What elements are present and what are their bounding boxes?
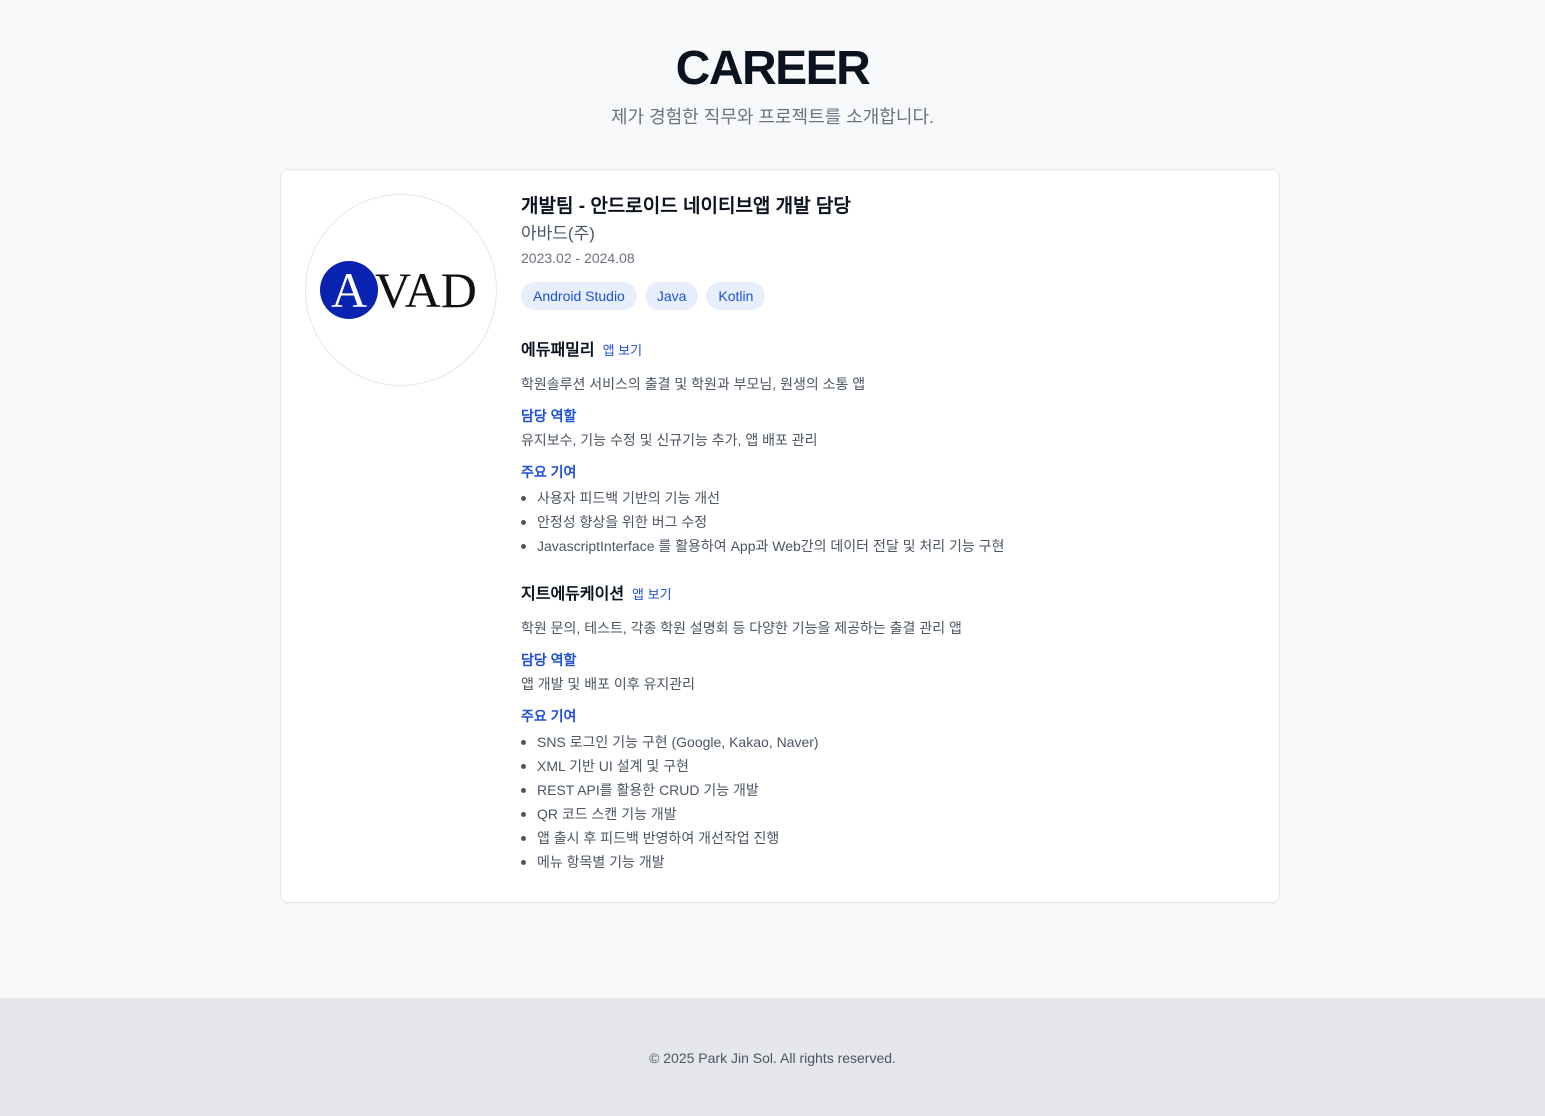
page-title: CAREER xyxy=(675,42,871,95)
project-header: 지트에듀케이션 앱 보기 xyxy=(521,584,1241,606)
contribution-label: 주요 기여 xyxy=(521,708,577,724)
work-period: 2023.02 - 2024.08 xyxy=(521,250,635,266)
contribution-list: 사용자 피드백 기반의 기능 개선 안정성 향상을 위한 버그 수정 Javas… xyxy=(521,486,1241,558)
company-name: 아바드(주) xyxy=(521,224,595,243)
project-edufamily: 에듀패밀리 앱 보기 학원솔루션 서비스의 출결 및 학원과 부모님, 원생의 … xyxy=(521,340,1241,558)
project-zeet-education: 지트에듀케이션 앱 보기 학원 문의, 테스트, 각종 학원 설명회 등 다양한… xyxy=(521,584,1241,874)
list-item: XML 기반 UI 설계 및 구현 xyxy=(521,754,1241,778)
list-item: 안정성 향상을 위한 버그 수정 xyxy=(521,510,1241,534)
role-text: 앱 개발 및 배포 이후 유지관리 xyxy=(521,676,696,692)
page-footer: © 2025 Park Jin Sol. All rights reserved… xyxy=(0,998,1545,1116)
view-app-link[interactable]: 앱 보기 xyxy=(632,584,672,606)
list-item: REST API를 활용한 CRUD 기능 개발 xyxy=(521,778,1241,802)
contribution-label: 주요 기여 xyxy=(521,464,577,480)
list-item: 메뉴 항목별 기능 개발 xyxy=(521,850,1241,874)
company-logo: A VAD xyxy=(305,194,497,386)
logo-letter-a: A xyxy=(331,262,367,318)
skill-tag: Java xyxy=(644,282,699,310)
project-description: 학원솔루션 서비스의 출결 및 학원과 부모님, 원생의 소통 앱 xyxy=(521,376,866,392)
list-item: 사용자 피드백 기반의 기능 개선 xyxy=(521,486,1241,510)
list-item: JavascriptInterface 를 활용하여 App과 Web간의 데이… xyxy=(521,534,1241,558)
contribution-list: SNS 로그인 기능 구현 (Google, Kakao, Naver) XML… xyxy=(521,730,1241,874)
copyright-text: © 2025 Park Jin Sol. All rights reserved… xyxy=(649,1050,896,1066)
logo-letters: VAD xyxy=(375,262,477,318)
career-info: 개발팀 - 안드로이드 네이티브앱 개발 담당 아바드(주) 2023.02 -… xyxy=(521,194,1241,874)
list-item: 앱 출시 후 피드백 반영하여 개선작업 진행 xyxy=(521,826,1241,850)
project-name: 지트에듀케이션 xyxy=(521,586,625,603)
role-text: 유지보수, 기능 수정 및 신규기능 추가, 앱 배포 관리 xyxy=(521,432,818,448)
project-description: 학원 문의, 테스트, 각종 학원 설명회 등 다양한 기능을 제공하는 출결 … xyxy=(521,620,962,636)
skill-tag: Kotlin xyxy=(706,282,766,310)
page-header: CAREER 제가 경험한 직무와 프로젝트를 소개합니다. xyxy=(0,0,1545,130)
job-title: 개발팀 - 안드로이드 네이티브앱 개발 담당 xyxy=(521,196,851,217)
project-header: 에듀패밀리 앱 보기 xyxy=(521,340,1241,362)
list-item: QR 코드 스캔 기능 개발 xyxy=(521,802,1241,826)
page-subtitle: 제가 경험한 직무와 프로젝트를 소개합니다. xyxy=(610,107,935,127)
role-label: 담당 역할 xyxy=(521,652,577,668)
career-card: A VAD 개발팀 - 안드로이드 네이티브앱 개발 담당 아바드(주) 202… xyxy=(280,169,1280,903)
project-name: 에듀패밀리 xyxy=(521,342,595,359)
view-app-link[interactable]: 앱 보기 xyxy=(603,340,643,362)
list-item: SNS 로그인 기능 구현 (Google, Kakao, Naver) xyxy=(521,730,1241,754)
skill-tag: Android Studio xyxy=(521,282,637,310)
skill-tags: Android Studio Java Kotlin xyxy=(521,282,1241,310)
avad-logo-image: A VAD xyxy=(320,261,477,319)
role-label: 담당 역할 xyxy=(521,408,577,424)
